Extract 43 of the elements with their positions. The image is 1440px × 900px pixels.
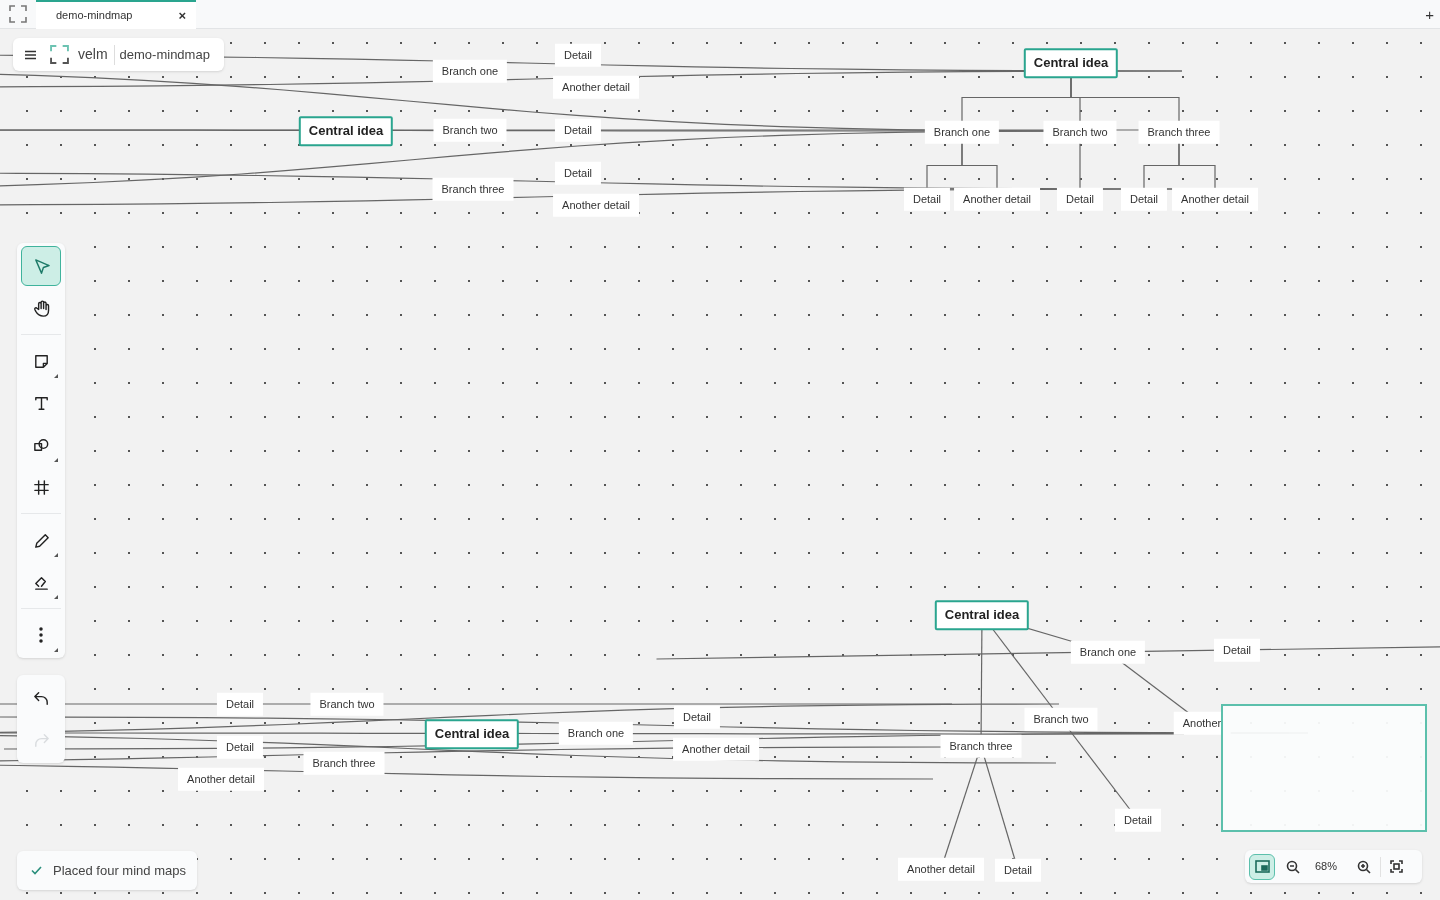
topic-node: Another detail <box>673 737 759 761</box>
topic-node: Branch three <box>303 751 385 775</box>
central-topic: Central idea <box>1023 48 1119 78</box>
topic-node: Detail <box>554 43 602 67</box>
topic-node: Branch three <box>940 734 1022 758</box>
new-tab-button[interactable]: + <box>1425 6 1434 22</box>
topic-node: Another detail <box>954 187 1040 211</box>
topic-node: Detail <box>216 735 264 759</box>
topic-node: Branch two <box>1024 707 1098 731</box>
topic-node: Branch one <box>558 721 634 745</box>
app-name: velm <box>78 45 108 64</box>
toast-message: Placed four mind maps <box>53 861 186 880</box>
topic-node: Detail <box>1056 187 1104 211</box>
document-name: demo-mindmap <box>119 45 210 64</box>
tab-title: demo-mindmap <box>56 7 134 23</box>
topic-node: Detail <box>673 705 721 729</box>
topic-node: Detail <box>1213 638 1261 662</box>
topic-node: Branch three <box>432 177 514 201</box>
central-topic: Central idea <box>424 719 520 749</box>
zoom-level: 68% <box>1315 859 1339 875</box>
topic-node: Detail <box>994 858 1042 882</box>
central-topic: Central idea <box>298 116 394 146</box>
topic-node: Another detail <box>553 193 639 217</box>
topic-node: Detail <box>1114 808 1162 832</box>
topic-node: Detail <box>903 187 951 211</box>
central-topic: Central idea <box>934 600 1030 630</box>
topic-node: Another detail <box>1172 187 1258 211</box>
topic-node: Branch one <box>1070 640 1146 664</box>
topic-node: Detail <box>1120 187 1168 211</box>
topic-node: Branch three <box>1138 120 1220 144</box>
topic-node: Detail <box>554 161 602 185</box>
topic-node: Branch two <box>433 118 507 142</box>
topic-node: Branch one <box>924 120 1000 144</box>
topic-node: Detail <box>216 692 264 716</box>
topic-node: Another detail <box>178 767 264 791</box>
document-tab[interactable]: demo-mindmap × <box>36 0 196 29</box>
topic-node: Branch two <box>1043 120 1117 144</box>
topic-node: Branch one <box>432 59 508 83</box>
topic-node: Another detail <box>898 857 984 881</box>
topic-node: Another detail <box>553 75 639 99</box>
topic-node: Detail <box>554 118 602 142</box>
topic-node: Branch two <box>310 692 384 716</box>
close-button[interactable]: × <box>178 8 186 22</box>
